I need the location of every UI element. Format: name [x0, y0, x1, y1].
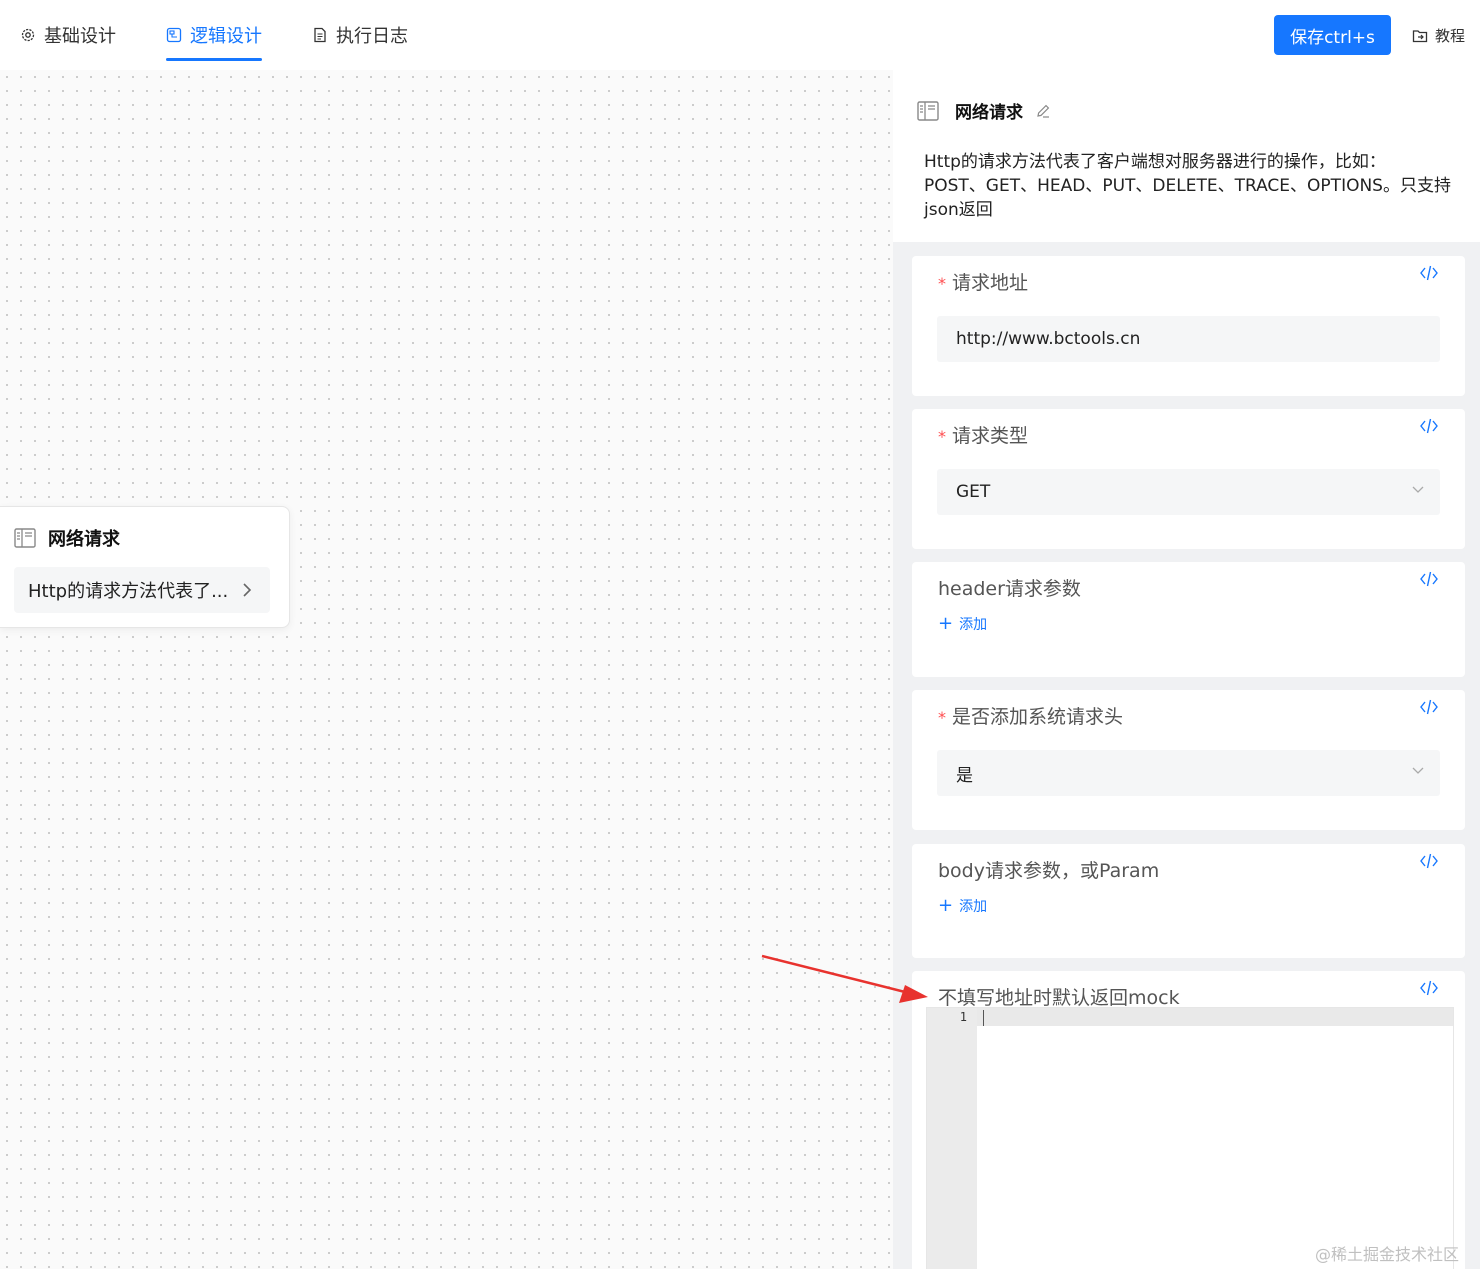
- code-icon[interactable]: [1419, 264, 1439, 282]
- required-mark: *: [938, 708, 946, 727]
- add-body-button[interactable]: + 添加: [938, 896, 987, 916]
- flow-canvas[interactable]: 网络请求 Http的请求方法代表了...: [0, 70, 893, 1269]
- add-header-button[interactable]: + 添加: [938, 614, 987, 634]
- panel-title: 网络请求: [955, 103, 1023, 123]
- sidebar-panel-icon: [917, 100, 939, 121]
- field-card-headers: header请求参数 + 添加: [912, 562, 1465, 677]
- node-description-text: Http的请求方法代表了...: [28, 581, 229, 602]
- properties-panel: 网络请求 Http的请求方法代表了客户端想对服务器进行的操作，比如： POST、…: [893, 70, 1480, 1269]
- sidebar-panel-icon: [14, 528, 36, 548]
- field-card-body: body请求参数，或Param + 添加: [912, 844, 1465, 958]
- node-header: 网络请求: [14, 525, 120, 551]
- description-line: json返回: [924, 200, 993, 220]
- field-label-text: 是否添加系统请求头: [952, 706, 1124, 728]
- required-mark: *: [938, 427, 946, 446]
- gear-icon: [21, 28, 35, 42]
- save-button[interactable]: 保存ctrl+s: [1274, 15, 1391, 55]
- panel-header: 网络请求 Http的请求方法代表了客户端想对服务器进行的操作，比如： POST、…: [893, 70, 1480, 242]
- field-label: * 请求地址: [938, 268, 1028, 295]
- field-card-method: * 请求类型 GET: [912, 409, 1465, 549]
- field-card-system-header: * 是否添加系统请求头 是: [912, 690, 1465, 830]
- node-title: 网络请求: [48, 529, 120, 550]
- tab-basic-design[interactable]: 基础设计: [20, 22, 116, 62]
- code-icon[interactable]: [1419, 698, 1439, 716]
- description-line: Http的请求方法代表了客户端想对服务器进行的操作，比如：: [924, 152, 1386, 172]
- plus-icon: +: [938, 895, 954, 916]
- top-bar: 基础设计 逻辑设计 执行日志 保存ctrl+s 教程: [0, 0, 1480, 70]
- field-label-text: 请求类型: [952, 425, 1029, 447]
- field-label: * 请求类型: [938, 421, 1028, 448]
- chevron-down-icon: [1412, 486, 1424, 493]
- code-icon[interactable]: [1419, 979, 1439, 997]
- url-input[interactable]: http://www.bctools.cn: [937, 316, 1440, 362]
- field-label: body请求参数，或Param: [938, 860, 1160, 882]
- panel-title-row: 网络请求: [917, 98, 1051, 123]
- line-number: 1: [959, 1010, 967, 1024]
- flow-icon: [166, 27, 182, 43]
- field-label: 不填写地址时默认返回mock: [938, 987, 1180, 1009]
- tab-label: 逻辑设计: [190, 26, 262, 47]
- field-label: header请求参数: [938, 578, 1081, 600]
- required-mark: *: [938, 274, 946, 293]
- editor-cursor: [983, 1010, 984, 1026]
- editor-gutter: [927, 1008, 977, 1269]
- code-icon[interactable]: [1419, 570, 1439, 588]
- chevron-down-icon: [1412, 767, 1424, 774]
- tab-logic-design[interactable]: 逻辑设计: [166, 22, 262, 62]
- folder-export-icon: [1412, 29, 1428, 42]
- pencil-icon[interactable]: [1035, 103, 1051, 119]
- document-icon: [314, 27, 326, 43]
- code-icon[interactable]: [1419, 852, 1439, 870]
- chevron-right-icon: [243, 583, 252, 597]
- flow-node-http-request[interactable]: 网络请求 Http的请求方法代表了...: [0, 506, 290, 628]
- system-header-select[interactable]: 是: [937, 750, 1440, 796]
- editor-active-line: [977, 1008, 1453, 1026]
- description-line: POST、GET、HEAD、PUT、DELETE、TRACE、OPTIONS。只…: [924, 176, 1451, 196]
- add-label: 添加: [959, 899, 988, 915]
- tab-label: 执行日志: [336, 26, 408, 47]
- method-select-value: GET: [956, 482, 991, 502]
- system-header-select-value: 是: [956, 765, 973, 786]
- tab-label: 基础设计: [44, 26, 116, 47]
- add-label: 添加: [959, 617, 988, 633]
- field-card-url: * 请求地址 http://www.bctools.cn: [912, 256, 1465, 396]
- field-card-mock: 不填写地址时默认返回mock 1: [912, 971, 1465, 1269]
- tutorial-link[interactable]: 教程: [1412, 25, 1465, 46]
- panel-description: Http的请求方法代表了客户端想对服务器进行的操作，比如： POST、GET、H…: [924, 150, 1464, 222]
- field-label: * 是否添加系统请求头: [938, 702, 1123, 729]
- mock-code-editor[interactable]: 1: [926, 1007, 1454, 1269]
- node-description[interactable]: Http的请求方法代表了...: [14, 567, 270, 613]
- code-icon[interactable]: [1419, 417, 1439, 435]
- watermark: @稀土掘金技术社区: [1315, 1245, 1460, 1264]
- tutorial-label: 教程: [1435, 27, 1466, 45]
- method-select[interactable]: GET: [937, 469, 1440, 515]
- plus-icon: +: [938, 613, 954, 634]
- field-label-text: 请求地址: [952, 272, 1029, 294]
- tab-execution-log[interactable]: 执行日志: [312, 22, 408, 62]
